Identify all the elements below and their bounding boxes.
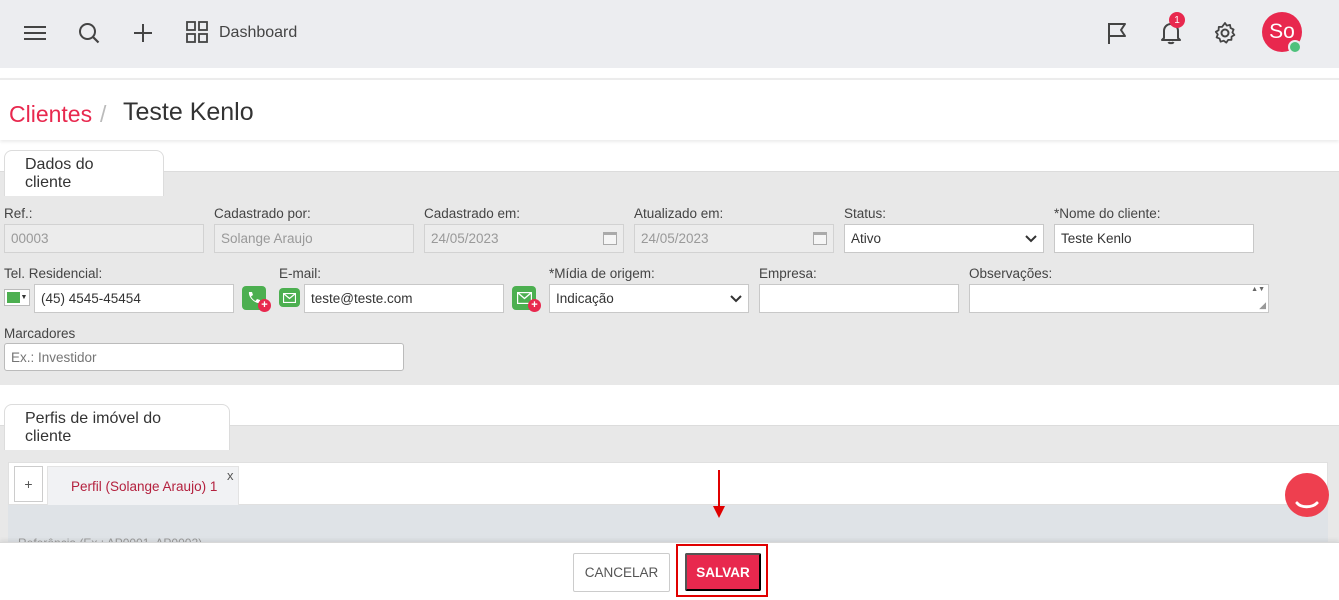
notes-textarea[interactable]: ▲▼ ◢ [969,284,1269,313]
email-label: E-mail: [279,266,322,281]
flag-icon[interactable] [1104,20,1130,46]
notes-label: Observações: [969,266,1053,281]
phone-value: (45) 4545-45454 [41,291,141,306]
registered-on-value: 24/05/2023 [431,231,499,246]
client-name-input[interactable]: Teste Kenlo [1054,224,1254,253]
email-type-icon [279,288,300,307]
add-plus-icon: + [528,299,541,312]
chat-bubble-icon [1295,501,1319,509]
chevron-down-icon [1025,234,1037,242]
registered-by-field: Solange Araujo [214,224,414,253]
gear-icon[interactable] [1212,20,1238,46]
client-name-value: Teste Kenlo [1061,231,1132,246]
chevron-down-icon: ▼ [20,294,28,301]
phone-input[interactable]: (45) 4545-45454 [34,284,234,313]
calendar-icon [603,232,617,245]
status-value: Ativo [851,231,882,246]
tab-profile-1[interactable]: Perfil (Solange Araujo) 1 [47,466,239,505]
resize-handle-icon[interactable]: ◢ [1259,300,1266,311]
origin-value: Indicação [556,291,614,306]
email-value: teste@teste.com [311,291,413,306]
add-profile-tab-button[interactable]: + [14,466,43,502]
status-label: Status: [844,206,887,221]
ref-value: 00003 [11,231,49,246]
dashboard-grid-icon[interactable] [184,19,210,45]
page-title: Teste Kenlo [123,98,254,126]
cancel-button[interactable]: CANCELAR [573,553,670,592]
tags-label: Marcadores [4,326,76,341]
menu-icon[interactable] [22,20,48,46]
breadcrumb-separator: / [100,101,107,127]
registered-by-label: Cadastrado por: [214,206,311,221]
spinner-arrows-icon[interactable]: ▲▼ [1251,286,1265,293]
phone-type-dropdown[interactable]: ▼ [4,289,30,306]
phone-label: Tel. Residencial: [4,266,103,281]
annotation-arrow-head [713,506,725,518]
updated-on-field: 24/05/2023 [634,224,834,253]
tags-input[interactable] [4,343,404,371]
chat-widget-button[interactable] [1285,473,1329,517]
annotation-arrow [718,470,720,510]
origin-select[interactable]: Indicação [549,284,749,313]
ref-field: 00003 [4,224,204,253]
origin-label: *Mídia de origem: [549,266,655,281]
phone-icon [6,292,20,303]
updated-on-label: Atualizado em: [634,206,724,221]
section-title-client-data: Dados do cliente [4,150,164,196]
client-name-label: *Nome do cliente: [1054,206,1161,221]
registered-on-field: 24/05/2023 [424,224,624,253]
dashboard-link[interactable]: Dashboard [219,24,297,42]
ref-label: Ref.: [4,206,33,221]
registered-by-value: Solange Araujo [221,231,313,246]
page-header: Clientes / Teste Kenlo [0,78,1339,140]
tab-profile-1-label: Perfil (Solange Araujo) 1 [71,478,218,494]
add-plus-icon: + [258,299,271,312]
email-input[interactable]: teste@teste.com [304,284,504,313]
company-input[interactable] [759,284,959,313]
section-title-profiles: Perfis de imóvel do cliente [4,404,230,450]
save-button[interactable]: SALVAR [685,553,761,591]
registered-on-label: Cadastrado em: [424,206,521,221]
search-icon[interactable] [76,20,102,46]
calendar-icon [813,232,827,245]
close-tab-icon[interactable]: x [227,468,234,483]
chevron-down-icon [730,294,742,302]
notification-badge: 1 [1169,12,1185,28]
online-status-dot [1288,40,1302,54]
updated-on-value: 24/05/2023 [641,231,709,246]
company-label: Empresa: [759,266,817,281]
breadcrumb-clientes-link[interactable]: Clientes [9,101,92,128]
add-tab-label: + [24,476,33,492]
status-select[interactable]: Ativo [844,224,1044,253]
plus-icon[interactable] [130,20,156,46]
